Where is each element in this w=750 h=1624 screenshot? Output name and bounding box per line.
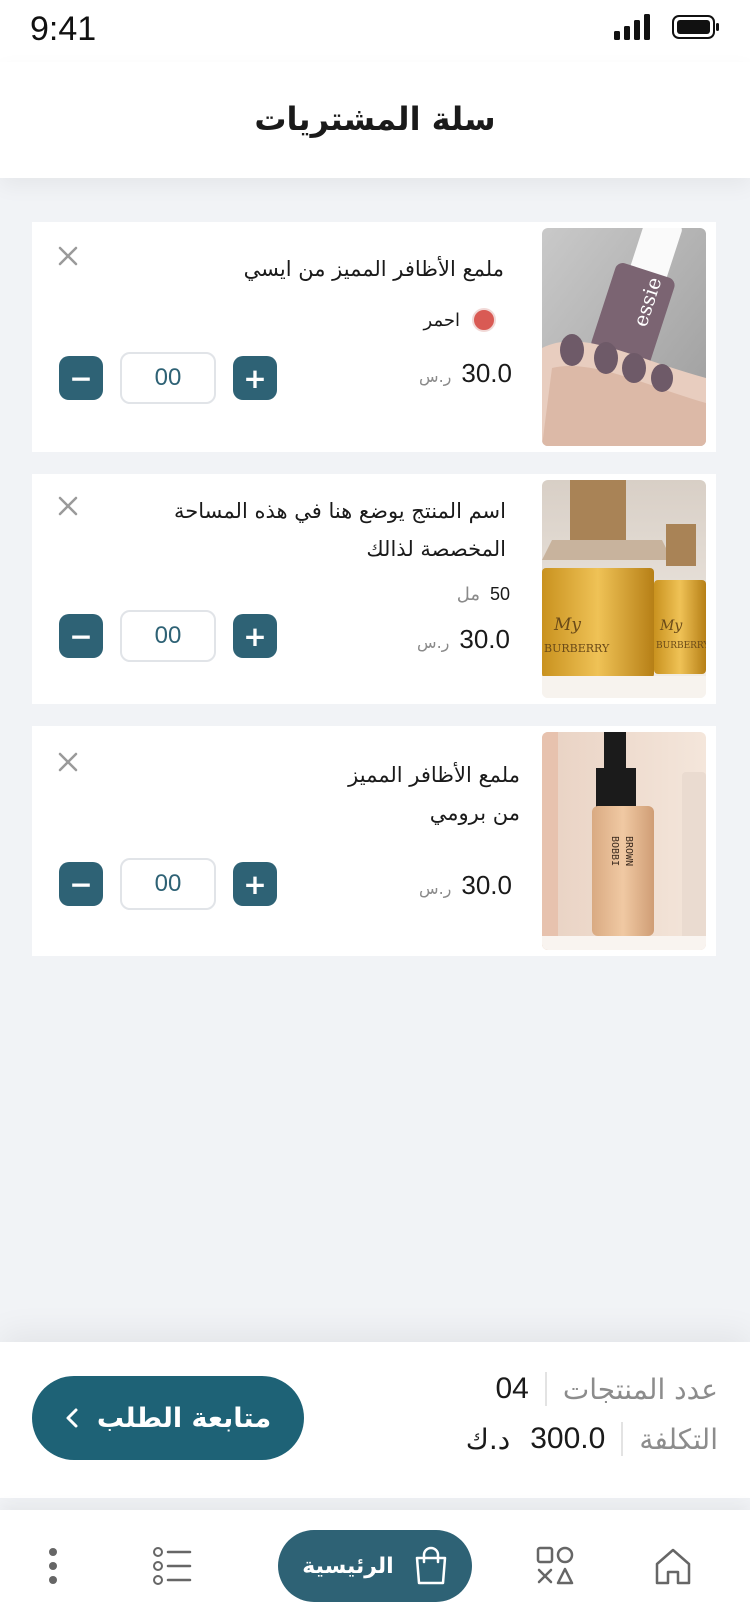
bottom-tab-bar: الرئيسية [0, 1510, 750, 1624]
currency: ر.س [419, 367, 452, 386]
price-row: 30.0 ر.س [419, 870, 512, 901]
checkout-button[interactable]: متابعة الطلب [32, 1376, 304, 1460]
divider [621, 1422, 624, 1456]
shopping-bag-icon [415, 1546, 446, 1585]
status-icons [614, 14, 720, 40]
signal-icon [614, 14, 650, 40]
quantity-input[interactable] [120, 610, 216, 662]
product-name: ملمع الأظافر المميز من ايسي [244, 250, 504, 288]
product-name: ملمع الأظافر المميز من برومي [348, 756, 520, 832]
currency: ر.س [419, 879, 452, 898]
total-cost-label: التكلفة [639, 1422, 718, 1456]
home-icon[interactable] [654, 1546, 692, 1586]
tab-cart[interactable]: الرئيسية [278, 1530, 472, 1602]
cart-item: My BURBERRY My BURBERRY اسم المنتج يوضع … [32, 474, 716, 704]
increase-button[interactable]: + [233, 614, 277, 658]
product-name-line: ملمع الأظافر المميز [348, 763, 520, 787]
svg-text:BOBBI: BOBBI [609, 836, 620, 866]
price-row: 30.0 ر.س [417, 624, 510, 655]
svg-text:BURBERRY: BURBERRY [544, 642, 610, 655]
categories-icon[interactable] [536, 1546, 574, 1586]
increase-button[interactable]: + [233, 862, 277, 906]
price: 30.0 [461, 358, 512, 388]
svg-text:BURBERRY: BURBERRY [656, 641, 706, 651]
volume-unit: مل [456, 584, 480, 605]
items-count-row: عدد المنتجات 04 [495, 1372, 718, 1406]
quantity-stepper: − + [59, 352, 277, 404]
items-count-value: 04 [495, 1372, 529, 1405]
product-image-foundation: BOBBI BROWN [542, 732, 706, 950]
price: 30.0 [459, 624, 510, 654]
increase-button[interactable]: + [233, 356, 277, 400]
chevron-left-icon [66, 1408, 78, 1428]
page-title: سلة المشتريات [254, 100, 496, 138]
divider [544, 1372, 547, 1406]
items-count-label: عدد المنتجات [562, 1372, 718, 1406]
product-name: اسم المنتج يوضع هنا في هذه المساحة المخص… [174, 492, 506, 568]
volume-option: 50 مل [457, 584, 510, 605]
total-cost-value: 300.0 [530, 1422, 606, 1455]
volume-value: 50 [489, 584, 510, 604]
product-name-line: المخصصة لذالك [366, 537, 506, 561]
remove-item-icon[interactable] [54, 492, 82, 520]
page-header: سلة المشتريات [0, 62, 750, 178]
quantity-stepper: − + [59, 610, 277, 662]
status-time: 9:41 [30, 10, 97, 48]
currency: ر.س [417, 633, 450, 652]
cart-item: BOBBI BROWN ملمع الأظافر المميز من برومي… [32, 726, 716, 956]
price: 30.0 [461, 870, 512, 900]
price-row: 30.0 ر.س [419, 358, 512, 389]
remove-item-icon[interactable] [54, 748, 82, 776]
status-bar: 9:41 [0, 0, 750, 62]
color-option: احمر [424, 308, 496, 332]
order-summary: متابعة الطلب عدد المنتجات 04 التكلفة 300… [0, 1342, 750, 1498]
remove-item-icon[interactable] [54, 242, 82, 270]
total-cost-row: التكلفة 300.0 د.ك [466, 1422, 718, 1456]
color-label: احمر [423, 309, 460, 331]
product-name-line: ملمع الأظافر المميز من ايسي [243, 257, 504, 281]
battery-icon [672, 15, 719, 39]
total-cost-currency: د.ك [465, 1422, 511, 1456]
color-swatch [472, 308, 496, 332]
product-image-perfume: My BURBERRY My BURBERRY [542, 480, 706, 698]
product-name-line: اسم المنتج يوضع هنا في هذه المساحة [174, 499, 506, 523]
svg-text:My: My [553, 615, 581, 635]
quantity-input[interactable] [120, 858, 216, 910]
svg-text:My: My [659, 618, 683, 634]
svg-text:BROWN: BROWN [623, 836, 634, 866]
product-image-nail-polish: essie [542, 228, 706, 446]
quantity-input[interactable] [120, 352, 216, 404]
quantity-stepper: − + [59, 858, 277, 910]
more-icon[interactable] [46, 1546, 60, 1586]
cart-item: essie ملمع الأظافر المميز من ايسي احمر 3… [32, 222, 716, 452]
decrease-button[interactable]: − [59, 356, 103, 400]
tab-cart-label: الرئيسية [302, 1553, 394, 1579]
list-icon[interactable] [152, 1546, 192, 1586]
decrease-button[interactable]: − [59, 614, 103, 658]
product-name-line: من برومي [429, 801, 520, 825]
checkout-label: متابعة الطلب [96, 1402, 272, 1434]
decrease-button[interactable]: − [59, 862, 103, 906]
